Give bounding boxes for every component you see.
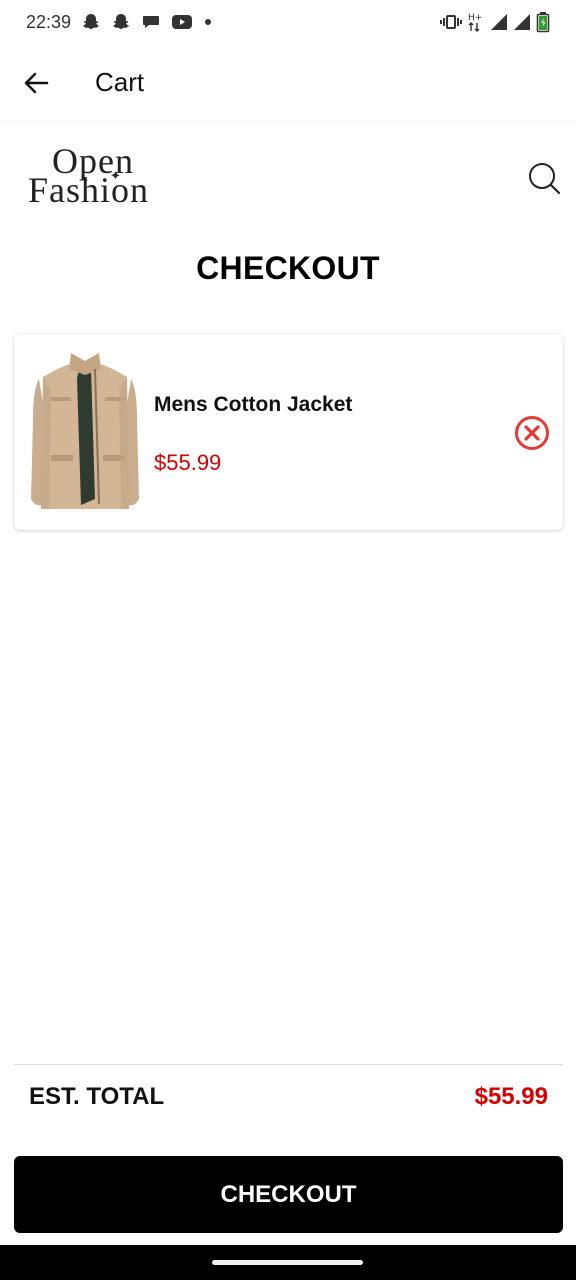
notification-icons	[81, 12, 213, 32]
system-icons: H+	[440, 11, 550, 33]
network-type-label: H+	[468, 13, 482, 23]
vibrate-icon	[440, 13, 462, 31]
search-icon	[526, 160, 562, 196]
system-nav-bar	[0, 1245, 576, 1280]
snapchat-icon	[81, 12, 101, 32]
brand-logo[interactable]: Open ✦ Fashion	[28, 143, 170, 210]
youtube-icon	[171, 13, 193, 31]
checkout-heading: CHECKOUT	[196, 250, 380, 286]
total-divider	[14, 1064, 563, 1065]
status-time: 22:39	[26, 11, 72, 32]
brand-header: Open ✦ Fashion	[0, 140, 576, 216]
item-price: $55.99	[154, 450, 222, 475]
logo-line2: Fashion	[28, 170, 150, 210]
signal-icon	[513, 13, 531, 31]
jacket-image[interactable]	[29, 349, 141, 515]
total-value: $55.99	[474, 1083, 548, 1110]
page-title: Cart	[95, 67, 145, 97]
snapchat-icon	[111, 12, 131, 32]
search-button[interactable]	[526, 160, 562, 196]
home-gesture-handle[interactable]	[212, 1260, 363, 1265]
cart-item-card[interactable]: Mens Cotton Jacket $55.99	[14, 334, 563, 530]
remove-item-button[interactable]	[512, 413, 552, 453]
total-label: EST. TOTAL	[29, 1083, 165, 1110]
app-bar: Cart	[0, 44, 576, 122]
chat-bubble-icon	[141, 12, 161, 32]
arrow-left-icon	[23, 70, 49, 96]
status-bar: 22:39 H+	[0, 0, 576, 44]
back-button[interactable]	[0, 47, 72, 119]
network-type-icon: H+	[467, 11, 485, 33]
signal-icon	[490, 13, 508, 31]
close-circle-icon	[514, 415, 550, 451]
item-name[interactable]: Mens Cotton Jacket	[154, 393, 352, 417]
battery-icon	[536, 11, 550, 33]
dot-icon	[203, 17, 213, 27]
checkout-button[interactable]: CHECKOUT	[14, 1156, 563, 1233]
